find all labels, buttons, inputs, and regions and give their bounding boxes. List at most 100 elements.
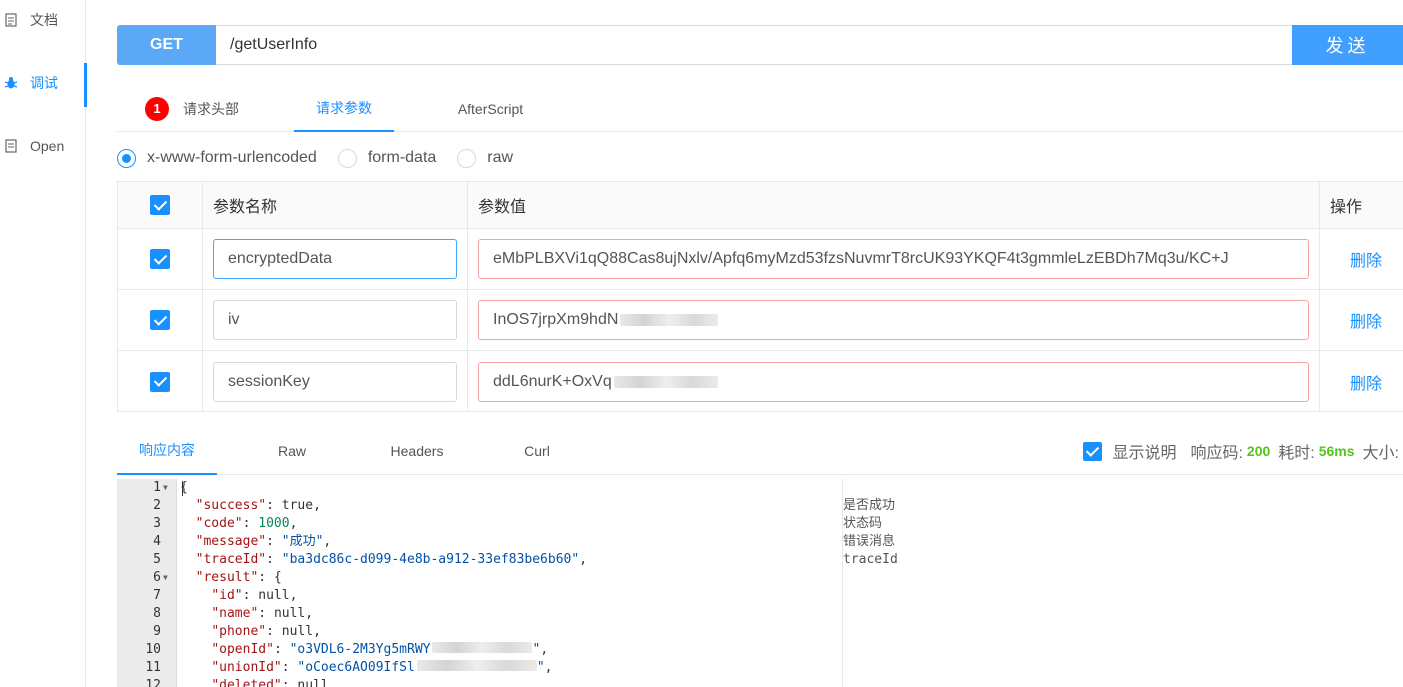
- redacted-mask: [620, 314, 719, 326]
- show-desc-checkbox[interactable]: [1083, 441, 1103, 461]
- time-label: 耗时:: [1278, 445, 1315, 462]
- param-value-input[interactable]: InOS7jrpXm9hdN: [478, 300, 1309, 340]
- line-number: 5: [153, 552, 161, 567]
- radio-dot: [457, 148, 477, 168]
- param-value-text: ddL6nurK+OxVq: [493, 372, 612, 390]
- radio-label: raw: [487, 149, 514, 166]
- redacted-mask: [613, 375, 718, 388]
- status-code-value: 200: [1246, 443, 1271, 459]
- code-line: "traceId": "ba3dc86c-d099-4e8b-a912-33ef…: [195, 552, 588, 567]
- size-label: 大小:: [1362, 445, 1399, 462]
- response-tabs: 响应内容 Raw Headers Curl 显示说明 响应码: 200 耗时: …: [117, 427, 1403, 475]
- response-code-viewer[interactable]: 1 ▼ 2 3 4 5 6 ▼ 7 8 9 10 11 12 { "succes…: [117, 479, 1403, 687]
- delete-link[interactable]: 删除: [1350, 247, 1382, 271]
- code-line: "phone": null,: [211, 624, 321, 639]
- params-table: 参数名称 参数值 操作 encryptedData eMbPLBXVi1qQ88…: [117, 181, 1403, 412]
- delete-link[interactable]: 删除: [1350, 308, 1382, 332]
- method-select[interactable]: GET: [117, 25, 216, 65]
- code-line: "name": null,: [211, 606, 314, 621]
- column-header-op: 操作: [1330, 199, 1363, 216]
- redacted-mask: [432, 642, 533, 653]
- line-number: 11: [145, 660, 161, 675]
- table-row: iv InOS7jrpXm9hdN 删除: [118, 290, 1403, 351]
- code-line: "result": {: [195, 570, 282, 585]
- field-description: 是否成功: [843, 498, 896, 513]
- radio-form-data[interactable]: form-data: [337, 148, 436, 168]
- line-number: 7: [153, 588, 161, 603]
- fold-arrow-icon[interactable]: ▼: [163, 479, 168, 497]
- param-value-input[interactable]: ddL6nurK+OxVq: [478, 361, 1309, 402]
- tab-label: 请求头部: [183, 100, 239, 117]
- code-line: "unionId": "oCoec6AO09IfSl ",: [211, 660, 553, 675]
- response-meta: 显示说明 响应码: 200 耗时: 56ms 大小:: [1083, 427, 1403, 475]
- field-description: 错误消息: [843, 534, 896, 549]
- line-number: 12: [145, 678, 161, 687]
- line-number: 4: [153, 534, 161, 549]
- sidebar-item-docs[interactable]: 文档: [0, 0, 86, 40]
- tab-response-curl[interactable]: Curl: [507, 427, 567, 475]
- fold-arrow-icon[interactable]: ▼: [163, 569, 168, 587]
- line-number: 3: [153, 516, 161, 531]
- radio-dot: [117, 148, 136, 168]
- sidebar: 文档 调试 Open: [0, 0, 87, 687]
- tab-request-headers[interactable]: 1 请求头部: [137, 85, 247, 132]
- code-line: "code": 1000,: [195, 516, 298, 531]
- radio-raw[interactable]: raw: [457, 148, 514, 168]
- select-all-checkbox[interactable]: [150, 195, 170, 215]
- sidebar-item-label: Open: [30, 138, 65, 154]
- status-code-label: 响应码:: [1190, 445, 1243, 462]
- table-row: encryptedData eMbPLBXVi1qQ88Cas8ujNxlv/A…: [118, 229, 1403, 290]
- sidebar-item-debug[interactable]: 调试: [0, 63, 87, 107]
- row-checkbox[interactable]: [150, 371, 170, 392]
- url-bar: GET 发送: [117, 25, 1403, 65]
- code-line: "deleted": null: [211, 678, 329, 687]
- sidebar-item-label: 调试: [30, 75, 58, 91]
- line-number: 9: [153, 624, 161, 639]
- row-checkbox[interactable]: [150, 310, 170, 330]
- request-tabs: 1 请求头部 请求参数 AfterScript: [117, 85, 1403, 132]
- delete-link[interactable]: 删除: [1350, 370, 1382, 394]
- tab-response-headers[interactable]: Headers: [377, 427, 457, 475]
- row-checkbox[interactable]: [150, 249, 170, 269]
- tab-request-params[interactable]: 请求参数: [294, 85, 394, 132]
- headers-count-badge: 1: [145, 96, 169, 121]
- code-line: "id": null,: [211, 588, 298, 603]
- line-number: 10: [145, 642, 161, 657]
- param-value-text: InOS7jrpXm9hdN: [493, 311, 619, 328]
- time-value: 56ms: [1318, 443, 1355, 459]
- tab-response-raw[interactable]: Raw: [257, 427, 327, 475]
- param-name-input[interactable]: encryptedData: [213, 239, 457, 279]
- send-button[interactable]: 发送: [1292, 25, 1403, 65]
- field-description: traceId: [843, 552, 898, 567]
- param-name-input[interactable]: sessionKey: [213, 361, 457, 402]
- body-type-radios: x-www-form-urlencoded form-data raw: [117, 146, 534, 170]
- tab-response-content[interactable]: 响应内容: [117, 427, 217, 475]
- code-line: "message": "成功",: [195, 534, 332, 549]
- sidebar-item-open[interactable]: Open: [0, 126, 86, 166]
- line-number-gutter: 1 ▼ 2 3 4 5 6 ▼ 7 8 9 10 11 12: [117, 479, 177, 687]
- field-description: 状态码: [843, 516, 883, 531]
- table-row: sessionKey ddL6nurK+OxVq 删除: [118, 351, 1403, 412]
- show-desc-label: 显示说明: [1112, 445, 1177, 462]
- url-input[interactable]: [216, 25, 1292, 65]
- line-number: 8: [153, 606, 161, 621]
- code-line: "success": true,: [195, 498, 321, 513]
- tab-afterscript[interactable]: AfterScript: [437, 85, 544, 132]
- param-name-input[interactable]: iv: [213, 300, 457, 340]
- radio-dot: [337, 148, 357, 168]
- bug-icon: [4, 76, 18, 90]
- line-number: 6: [153, 570, 161, 585]
- sidebar-item-label: 文档: [30, 12, 58, 28]
- line-number: 1: [153, 480, 161, 495]
- param-value-input[interactable]: eMbPLBXVi1qQ88Cas8ujNxlv/Apfq6myMzd53fzs…: [478, 239, 1309, 279]
- code-line: {: [180, 480, 188, 495]
- column-header-name: 参数名称: [203, 182, 468, 228]
- column-header-value: 参数值: [468, 182, 1320, 228]
- open-icon: [4, 139, 18, 153]
- redacted-mask: [416, 660, 537, 671]
- table-header-row: 参数名称 参数值 操作: [118, 182, 1403, 229]
- document-icon: [4, 13, 18, 27]
- line-number: 2: [153, 498, 161, 513]
- radio-label: x-www-form-urlencoded: [147, 149, 317, 166]
- radio-urlencoded[interactable]: x-www-form-urlencoded: [117, 148, 317, 168]
